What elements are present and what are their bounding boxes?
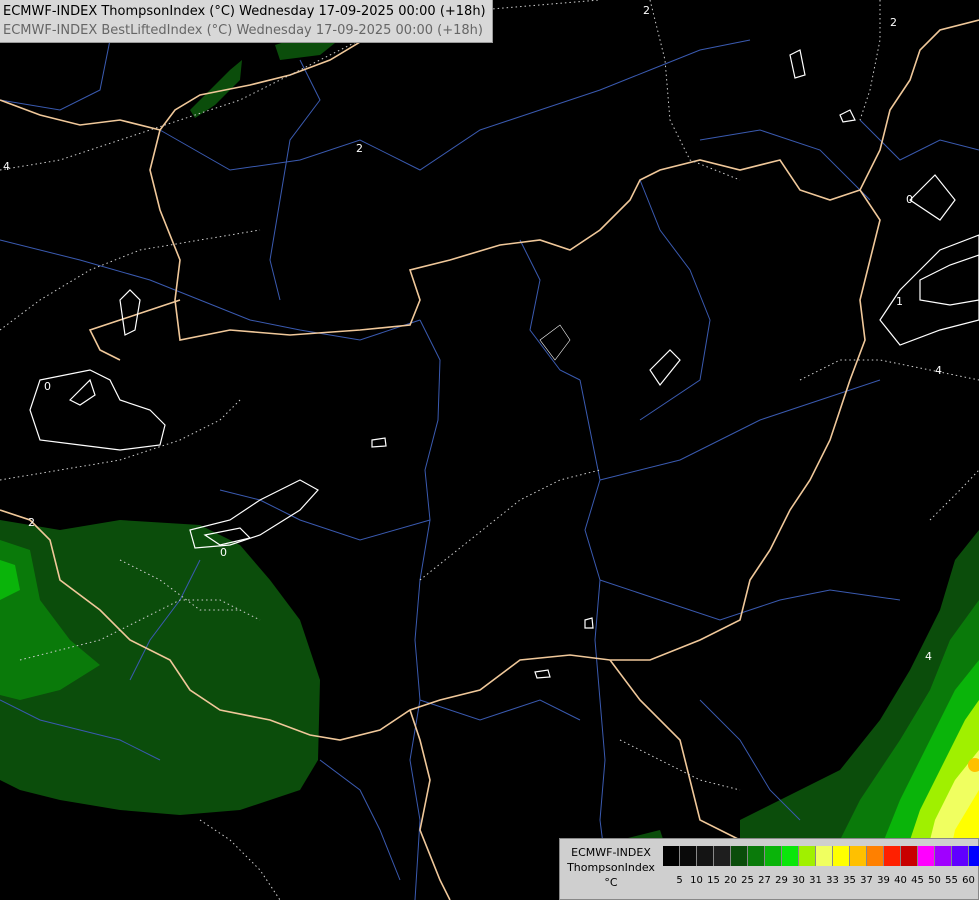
legend-swatch [663,846,680,866]
contour-label: 2 [356,142,363,155]
legend-swatch [816,846,833,866]
legend-tick-label: 37 [860,875,873,886]
legend-title: ECMWF-INDEX ThompsonIndex °C [562,845,660,890]
header-best-lifted-index: ECMWF-INDEX BestLiftedIndex (°C) Wednesd… [3,23,483,38]
legend-swatch [697,846,714,866]
legend-swatch [867,846,884,866]
legend-tick-label: 20 [724,875,737,886]
legend-tick-label: 5 [676,875,683,886]
legend-swatch [969,846,979,866]
legend-swatch [680,846,697,866]
color-legend: ECMWF-INDEX ThompsonIndex °C 5 10 15 20 25 27… [559,838,979,900]
legend-tick-label: 39 [877,875,890,886]
legend-tick-label: 30 [792,875,805,886]
legend-swatch [799,846,816,866]
legend-swatch [901,846,918,866]
legend-swatch [918,846,935,866]
contour-label: 4 [3,160,10,173]
legend-tick-label: 50 [928,875,941,886]
contour-label: 0 [44,380,51,393]
legend-swatch [765,846,782,866]
legend-title-model: ECMWF-INDEX [571,846,651,859]
contour-label: 4 [935,364,942,377]
legend-swatch [731,846,748,866]
legend-tick-label: 33 [826,875,839,886]
legend-ticks: 5 10 15 20 25 27 29 30 31 33 35 37 39 40 45 50 55 60 [663,875,977,886]
header-thompson-index: ECMWF-INDEX ThompsonIndex (°C) Wednesday… [3,4,486,19]
contour-label: 4 [925,650,932,663]
contour-label: 0 [906,193,913,206]
contour-label: 1 [896,295,903,308]
legend-tick-label: 25 [741,875,754,886]
legend-swatch [833,846,850,866]
legend-tick-label: 40 [894,875,907,886]
legend-tick-label: 27 [758,875,771,886]
legend-tick-label: 29 [775,875,788,886]
contour-label: 0 [220,546,227,559]
contour-label: 2 [28,516,35,529]
legend-swatch [714,846,731,866]
legend-swatch [935,846,952,866]
legend-tick-label: 31 [809,875,822,886]
weather-map: 2 2 2 4 0 2 0 0 1 4 4 [0,0,979,900]
legend-tick-label: 35 [843,875,856,886]
legend-tick-label: 15 [707,875,720,886]
legend-unit: °C [604,876,618,889]
contour-label: 2 [890,16,897,29]
legend-swatch [782,846,799,866]
legend-tick-label: 55 [945,875,958,886]
legend-title-index: ThompsonIndex [567,861,655,874]
contour-label: 2 [643,4,650,17]
legend-tick-label: 10 [690,875,703,886]
legend-swatches [663,846,979,866]
legend-swatch [748,846,765,866]
legend-swatch [884,846,901,866]
legend-swatch [850,846,867,866]
map-header: ECMWF-INDEX ThompsonIndex (°C) Wednesday… [0,0,493,43]
legend-swatch [952,846,969,866]
legend-tick-label: 45 [911,875,924,886]
legend-tick-label: 60 [962,875,975,886]
